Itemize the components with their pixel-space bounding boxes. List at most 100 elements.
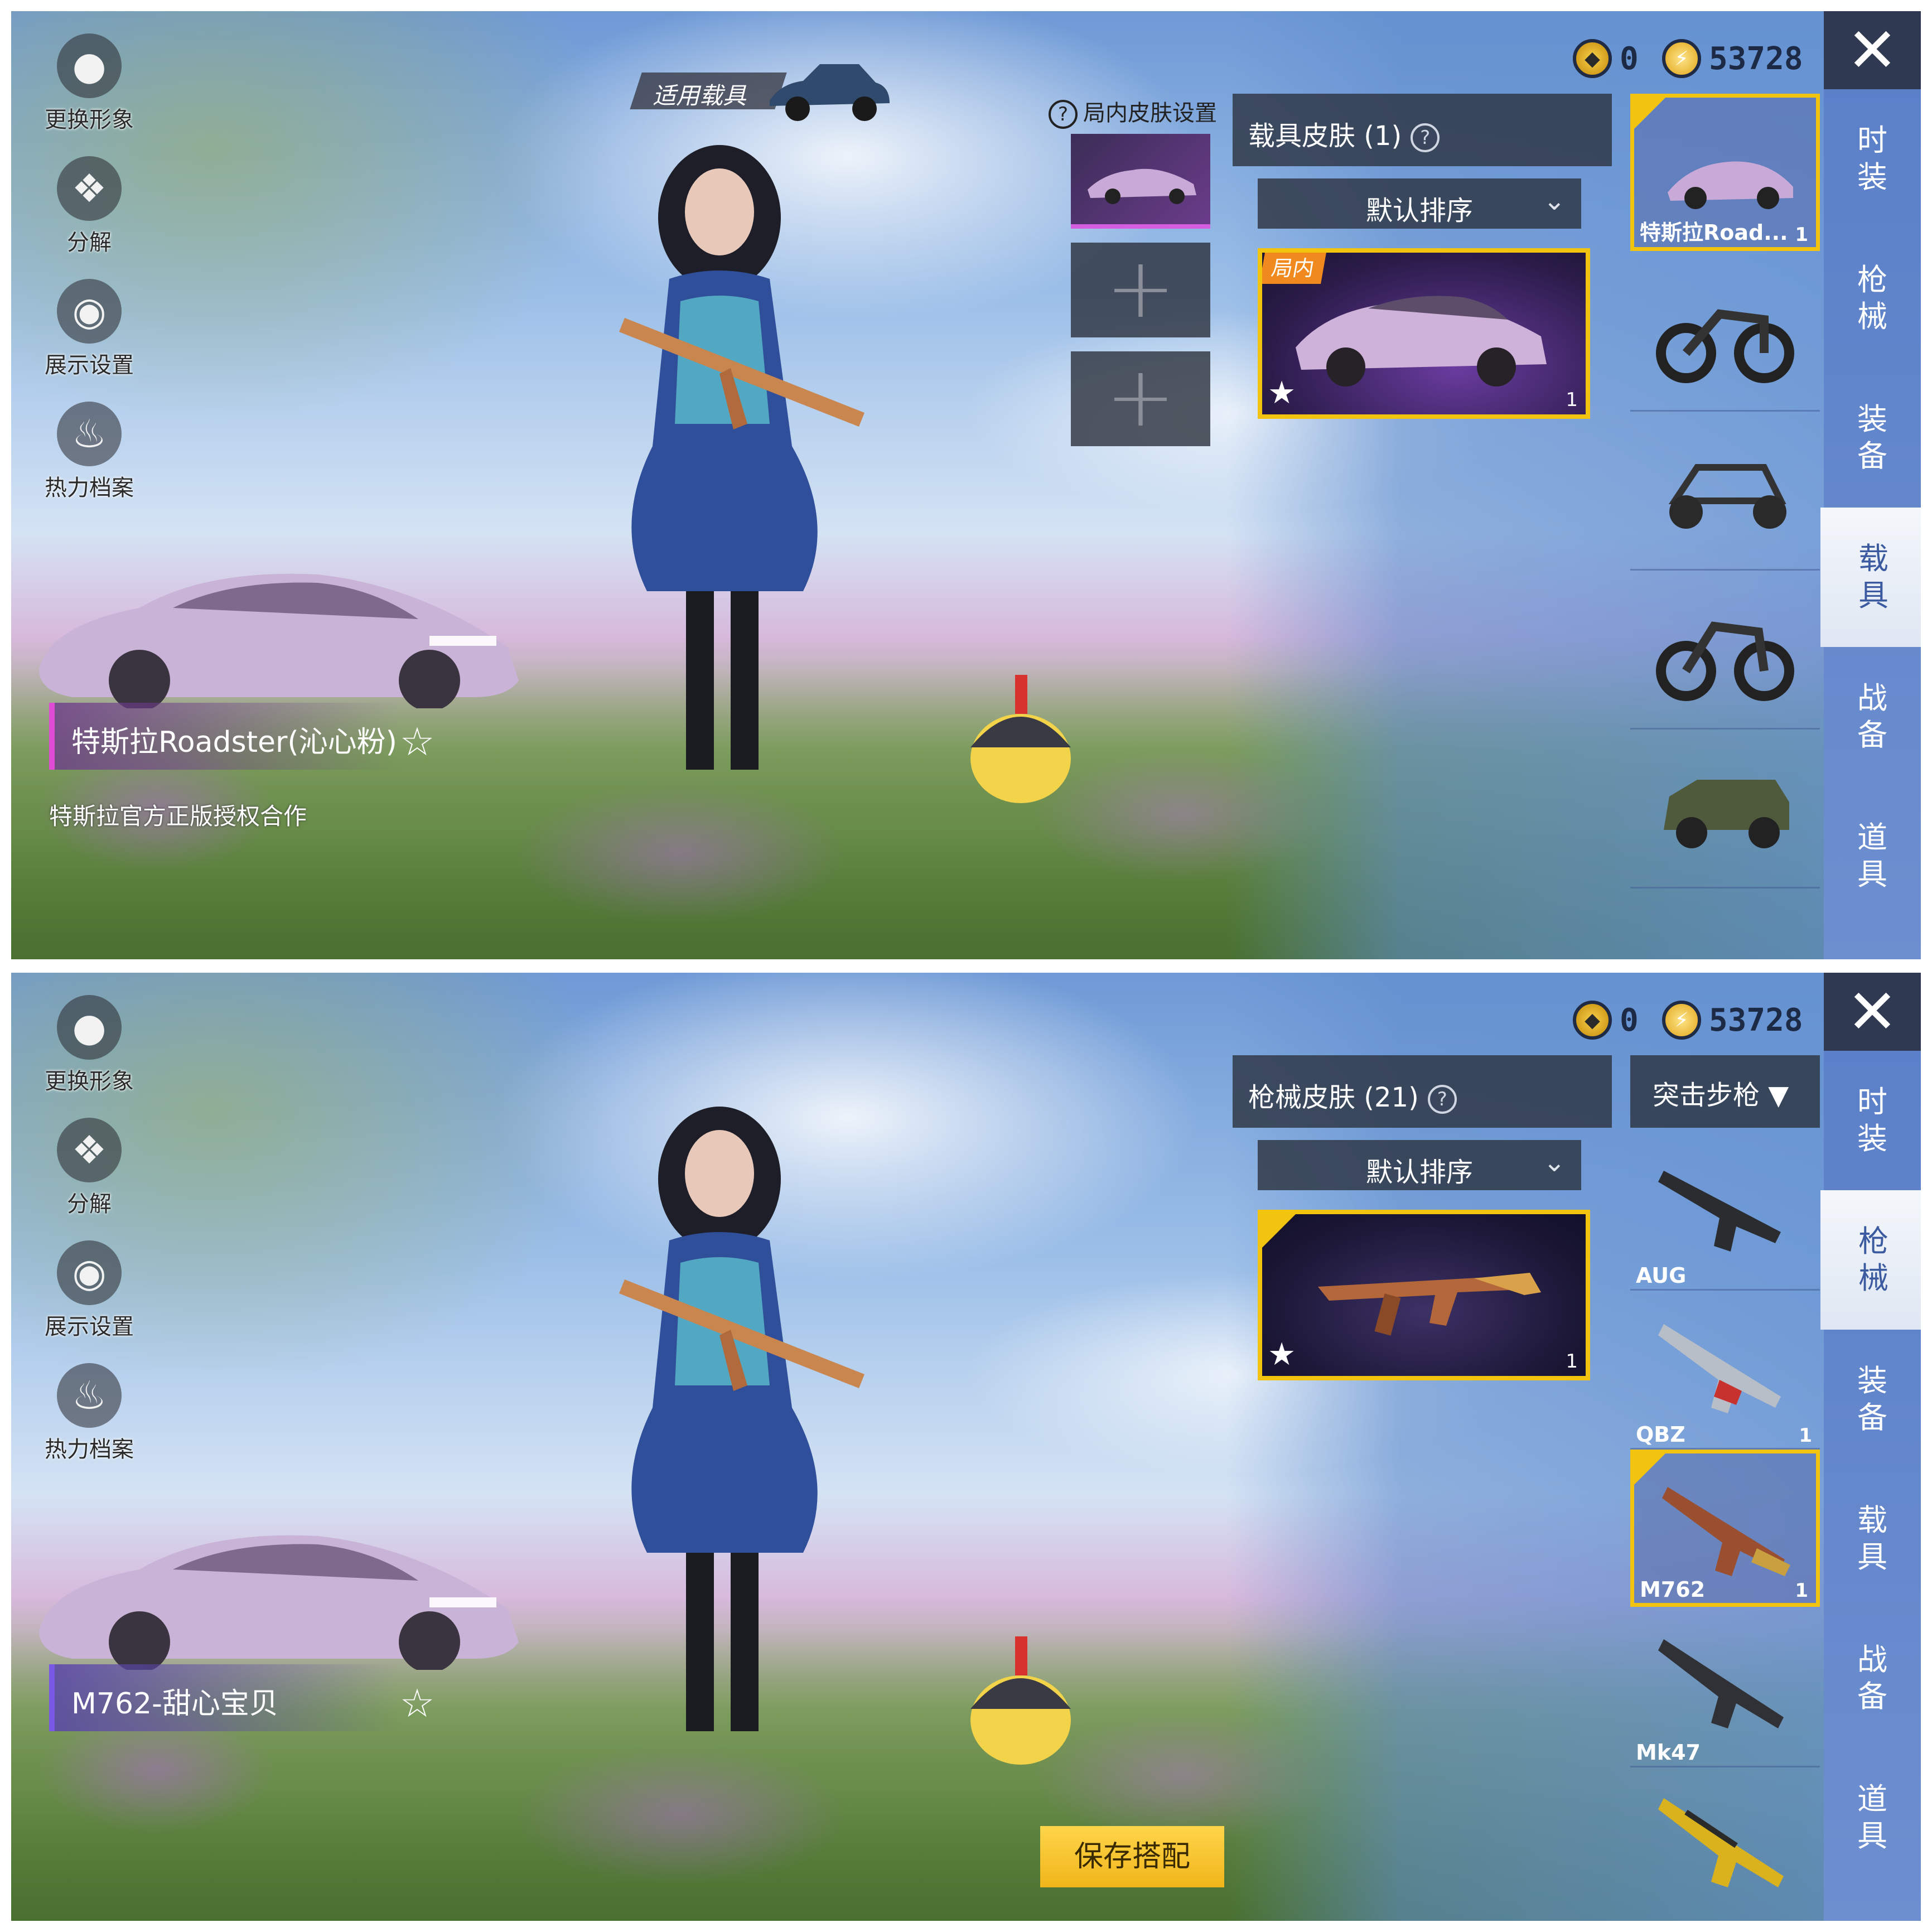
close-icon[interactable]: ✕	[1824, 11, 1921, 89]
skin-slot-1[interactable]	[1071, 134, 1210, 229]
tab-equipment[interactable]: 装备	[1824, 368, 1921, 508]
favorite-star-icon[interactable]: ☆	[395, 1681, 439, 1726]
tab-vehicles[interactable]: 载具	[1820, 508, 1921, 647]
weapon-count: 1	[1795, 1580, 1808, 1602]
mascot-chick	[959, 664, 1082, 803]
display-settings-button[interactable]: ◉ 展示设置	[33, 279, 145, 379]
help-icon[interactable]: ?	[1427, 1085, 1457, 1114]
ingame-skin-setting-label: 局内皮肤设置	[1083, 100, 1217, 126]
decompose-label: 分解	[67, 230, 112, 255]
change-avatar-button[interactable]: ● 更换形象	[33, 33, 145, 134]
vehicle-item-tesla[interactable]: 特斯拉Road... 1	[1630, 94, 1820, 251]
change-avatar-label: 更换形象	[45, 107, 134, 133]
gold-rifle-icon	[1658, 1798, 1784, 1887]
uc-coin-icon: ◆	[1573, 39, 1612, 78]
weapon-item-aug[interactable]: AUG	[1630, 1132, 1820, 1291]
decompose-button[interactable]: ❖ 分解	[33, 156, 145, 257]
tab-combat-gear[interactable]: 战备	[1824, 647, 1921, 786]
category-title-text: 载具皮肤 (1)	[1248, 120, 1402, 152]
item-title: M762-甜心宝贝	[71, 1687, 278, 1721]
favorite-star-icon[interactable]: ☆	[395, 719, 439, 764]
bp-currency: ⚡ 53728	[1662, 995, 1803, 1045]
weapon-category-label: 突击步枪 ▼	[1653, 1073, 1789, 1112]
star-icon: ★	[1268, 375, 1296, 411]
vehicle-skin-card[interactable]: 局内 ★ 1	[1258, 248, 1590, 419]
change-avatar-button[interactable]: ● 更换形象	[33, 995, 145, 1095]
weapon-skin-card[interactable]: ★ 1	[1258, 1210, 1590, 1380]
tab-fashion[interactable]: 时装	[1824, 1051, 1921, 1190]
vehicle-skin-header: 载具皮肤 (1)?	[1233, 94, 1612, 166]
plus-icon: +	[1105, 240, 1176, 337]
tab-vehicles[interactable]: 载具	[1824, 1469, 1921, 1609]
m762-rifle-icon	[1318, 1273, 1541, 1336]
tab-combat-gear[interactable]: 战备	[1824, 1609, 1921, 1748]
change-avatar-label: 更换形象	[45, 1069, 134, 1094]
category-title: 枪械皮肤 (21)?	[1248, 1075, 1457, 1114]
tab-label: 时装	[1857, 123, 1887, 195]
decompose-label: 分解	[67, 1191, 112, 1217]
tesla-roadster-icon	[1668, 161, 1793, 209]
uc-coin-icon: ◆	[1573, 1001, 1612, 1040]
save-outfit-button[interactable]: 保存搭配	[1040, 1826, 1224, 1887]
sort-dropdown[interactable]: 默认排序 ⌄	[1258, 1140, 1581, 1190]
tab-items[interactable]: 道具	[1824, 1748, 1921, 1887]
mascot-chick	[959, 1625, 1082, 1765]
tab-label: 载具	[1857, 1503, 1887, 1574]
weapon-item-gold[interactable]	[1630, 1767, 1820, 1921]
tab-label: 枪械	[1857, 262, 1887, 334]
chevron-down-icon: ⌄	[1543, 1147, 1566, 1178]
skin-slot-3[interactable]: +	[1071, 351, 1210, 446]
person-icon: ●	[57, 33, 122, 98]
qbz-rifle-icon	[1658, 1324, 1781, 1413]
skin-count: 1	[1566, 389, 1578, 411]
bp-value: 53728	[1709, 1002, 1803, 1039]
star-icon: ★	[1268, 1336, 1296, 1373]
check-icon	[1262, 1214, 1296, 1248]
ingame-skin-setting[interactable]: ? 局内皮肤设置	[1049, 95, 1217, 129]
weapon-item-mk47[interactable]: Mk47	[1630, 1609, 1820, 1767]
vehicle-item-jeep[interactable]	[1630, 730, 1820, 888]
tab-label: 时装	[1857, 1084, 1887, 1156]
sort-dropdown[interactable]: 默认排序 ⌄	[1258, 178, 1581, 229]
weapon-category-dropdown[interactable]: 突击步枪 ▼	[1630, 1055, 1820, 1128]
close-icon[interactable]: ✕	[1824, 973, 1921, 1051]
vehicle-item-buggy[interactable]	[1630, 412, 1820, 571]
weapon-count: 1	[1799, 1424, 1812, 1447]
plus-icon: +	[1105, 349, 1176, 446]
vehicle-item-motorcycle[interactable]	[1630, 253, 1820, 412]
uc-currency: ◆ 0	[1573, 33, 1639, 84]
tab-fashion[interactable]: 时装	[1824, 89, 1921, 229]
display-settings-button[interactable]: ◉ 展示设置	[33, 1240, 145, 1341]
applicable-vehicle-tag: 适用载具	[630, 50, 890, 128]
item-title-bar: M762-甜心宝贝	[49, 1664, 400, 1731]
weapon-item-m762[interactable]: M762 1	[1630, 1450, 1820, 1607]
heat-profile-button[interactable]: ♨ 热力档案	[33, 402, 145, 502]
eye-icon: ◉	[57, 1240, 122, 1305]
tesla-roadster-icon	[1088, 168, 1196, 204]
display-settings-label: 展示设置	[45, 352, 134, 378]
tab-weapons[interactable]: 枪械	[1820, 1190, 1921, 1330]
bp-value: 53728	[1709, 40, 1803, 77]
person-icon: ●	[57, 995, 122, 1060]
vehicle-item-motorcycle-2[interactable]	[1630, 571, 1820, 730]
tab-equipment[interactable]: 装备	[1824, 1330, 1921, 1469]
player-character	[602, 1095, 892, 1754]
skin-count: 1	[1566, 1350, 1578, 1373]
weapon-skin-header: 枪械皮肤 (21)?	[1233, 1055, 1612, 1128]
weapon-skin-screen: ● 更换形象 ❖ 分解 ◉ 展示设置 ♨ 热力档案 枪械皮肤 (21) ? 默认…	[11, 973, 1921, 1921]
vehicle-count: 1	[1795, 224, 1808, 246]
tab-label: 道具	[1857, 1781, 1887, 1853]
heat-profile-button[interactable]: ♨ 热力档案	[33, 1363, 145, 1464]
tab-items[interactable]: 道具	[1824, 786, 1921, 926]
tab-weapons[interactable]: 枪械	[1824, 229, 1921, 368]
buggy-icon	[1668, 464, 1786, 529]
weapon-item-qbz[interactable]: QBZ 1	[1630, 1291, 1820, 1450]
decompose-button[interactable]: ❖ 分解	[33, 1118, 145, 1218]
skin-slot-2[interactable]: +	[1071, 243, 1210, 337]
tab-label: 载具	[1858, 541, 1888, 613]
weapon-name: AUG	[1636, 1263, 1687, 1288]
tesla-roadster-model	[28, 541, 530, 711]
help-icon[interactable]: ?	[1411, 123, 1440, 152]
tab-label: 道具	[1857, 820, 1887, 892]
bp-coin-icon: ⚡	[1662, 39, 1701, 78]
